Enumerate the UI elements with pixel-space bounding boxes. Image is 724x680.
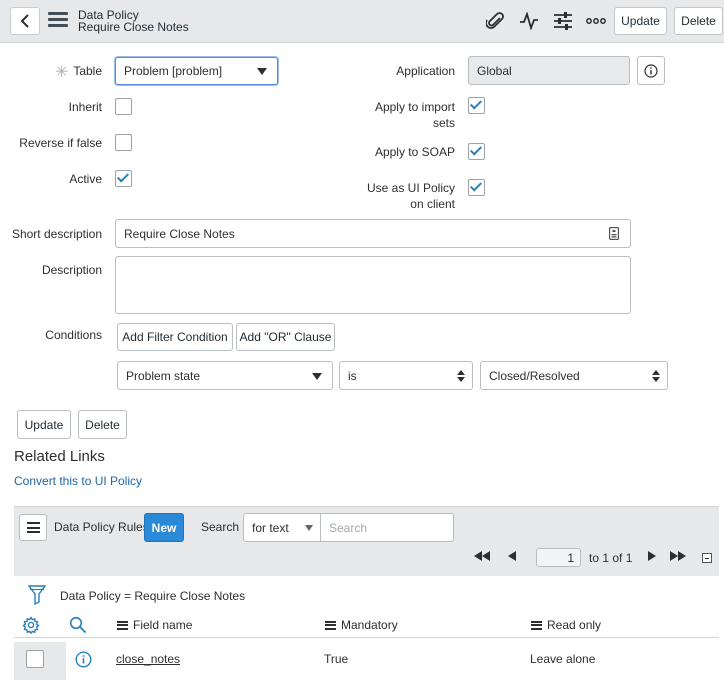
- reverse-if-false-checkbox[interactable]: [115, 134, 132, 151]
- chevron-down-icon: [312, 372, 322, 380]
- column-menu-icon[interactable]: [531, 620, 542, 630]
- inherit-label: Inherit: [68, 100, 102, 114]
- menu-icon: [26, 522, 40, 533]
- table-label: Table: [73, 64, 102, 78]
- chevron-down-icon: [305, 524, 313, 531]
- filter-breadcrumb[interactable]: Data Policy = Require Close Notes: [60, 589, 245, 603]
- search-field-select[interactable]: for text: [243, 513, 321, 542]
- more-options-icon[interactable]: [585, 10, 607, 32]
- field-name-link[interactable]: close_notes: [116, 652, 180, 666]
- activity-icon[interactable]: [518, 10, 540, 32]
- column-header-field-name[interactable]: Field name: [117, 618, 192, 632]
- previous-page-icon[interactable]: [508, 551, 518, 563]
- search-label: Search: [201, 520, 240, 534]
- menu-icon[interactable]: [48, 12, 68, 28]
- check-icon: [469, 143, 483, 156]
- header-delete-button[interactable]: Delete: [674, 7, 723, 35]
- page-title: Data Policy Require Close Notes: [78, 9, 189, 33]
- search-icon[interactable]: [69, 616, 87, 634]
- page-info: to 1 of 1: [589, 551, 633, 565]
- short-description-input[interactable]: Require Close Notes: [115, 219, 631, 248]
- active-label: Active: [69, 172, 102, 186]
- convert-to-ui-policy-link[interactable]: Convert this to UI Policy: [14, 474, 142, 488]
- related-links-heading: Related Links: [14, 448, 105, 465]
- record-title: Require Close Notes: [78, 20, 189, 34]
- collapse-icon[interactable]: [702, 553, 712, 563]
- page-number-input[interactable]: 1: [536, 548, 581, 567]
- apply-import-label: Apply to import sets: [374, 100, 455, 130]
- check-icon: [116, 170, 130, 183]
- list-title: Data Policy Rules: [54, 520, 149, 534]
- inherit-checkbox[interactable]: [115, 98, 132, 115]
- condition-operator-select[interactable]: is: [339, 361, 473, 390]
- column-menu-icon[interactable]: [325, 620, 336, 630]
- first-page-icon[interactable]: [474, 551, 496, 563]
- conditions-label: Conditions: [45, 328, 102, 342]
- form-header: Data Policy Require Close Notes Update D…: [0, 0, 724, 43]
- info-button[interactable]: [637, 56, 665, 85]
- update-button[interactable]: Update: [17, 410, 71, 439]
- sort-arrows-icon: [457, 369, 465, 382]
- add-filter-condition-button[interactable]: Add Filter Condition: [117, 323, 233, 351]
- delete-button[interactable]: Delete: [78, 410, 127, 439]
- column-menu-icon[interactable]: [117, 620, 128, 630]
- application-field: Global: [468, 56, 630, 85]
- chevron-down-icon: [257, 68, 267, 75]
- next-page-icon[interactable]: [648, 551, 658, 563]
- check-icon: [469, 97, 483, 110]
- ui-policy-checkbox[interactable]: [468, 179, 485, 196]
- sort-arrows-icon: [652, 369, 660, 382]
- table-select-value: Problem [problem]: [124, 64, 223, 78]
- apply-import-checkbox[interactable]: [468, 97, 485, 114]
- info-icon[interactable]: [75, 651, 92, 668]
- chevron-left-icon: [20, 14, 29, 28]
- filter-icon[interactable]: [28, 585, 46, 605]
- back-button[interactable]: [10, 7, 40, 35]
- condition-value-select[interactable]: Closed/Resolved: [480, 361, 668, 390]
- description-label: Description: [41, 263, 102, 277]
- last-page-icon[interactable]: [670, 551, 692, 563]
- related-list-toolbar: Data Policy Rules New Search for text Se…: [14, 506, 719, 576]
- attachment-icon[interactable]: [484, 10, 506, 32]
- search-input[interactable]: Search: [320, 513, 454, 542]
- ui-policy-label: Use as UI Policy on client: [366, 181, 455, 211]
- info-icon: [644, 63, 658, 78]
- header-divider: [14, 637, 719, 638]
- suggestion-icon[interactable]: [609, 227, 619, 240]
- apply-soap-checkbox[interactable]: [468, 143, 485, 160]
- header-update-button[interactable]: Update: [614, 7, 667, 35]
- table-select[interactable]: Problem [problem]: [115, 57, 278, 85]
- settings-sliders-icon[interactable]: [552, 10, 574, 32]
- mandatory-value: True: [324, 652, 349, 666]
- gear-icon[interactable]: [22, 616, 40, 634]
- short-description-label: Short description: [11, 227, 102, 241]
- column-header-read-only[interactable]: Read only: [531, 618, 601, 632]
- condition-field-select[interactable]: Problem state: [117, 361, 333, 390]
- application-label: Application: [396, 64, 455, 78]
- active-checkbox[interactable]: [115, 170, 132, 187]
- read-only-value: Leave alone: [530, 652, 596, 666]
- list-menu-button[interactable]: [19, 514, 47, 541]
- apply-soap-label: Apply to SOAP: [374, 145, 455, 159]
- add-or-clause-button[interactable]: Add "OR" Clause: [236, 323, 335, 351]
- column-header-mandatory[interactable]: Mandatory: [325, 618, 398, 632]
- row-checkbox[interactable]: [26, 650, 44, 668]
- reverse-label: Reverse if false: [19, 136, 102, 150]
- new-button[interactable]: New: [144, 513, 184, 542]
- description-textarea[interactable]: [115, 256, 631, 314]
- check-icon: [469, 179, 483, 192]
